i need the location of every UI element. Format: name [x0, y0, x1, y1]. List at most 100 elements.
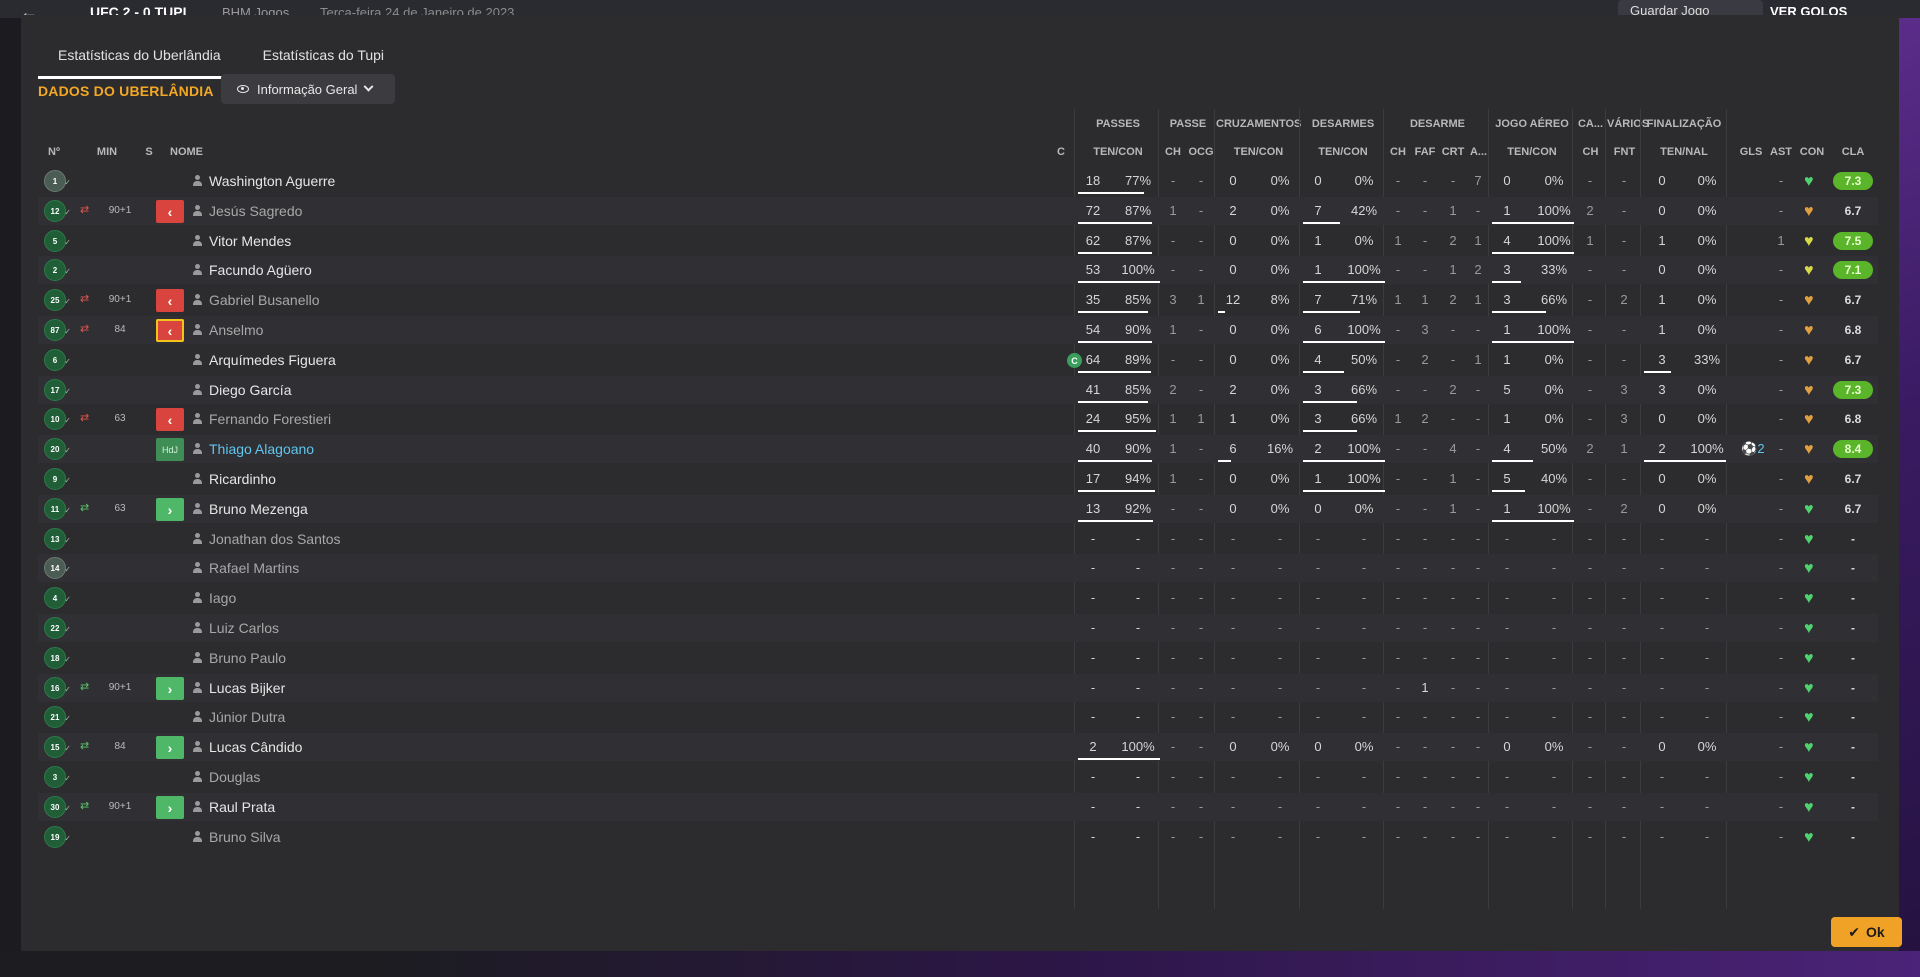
table-row[interactable]: 17 ✓ Diego García 41 85% 2-2 0% 3 66% - -2-5 0% -3 3 0… [38, 376, 1878, 404]
player-name[interactable]: Iago [209, 590, 236, 606]
table-row[interactable]: 2 ✓ Facundo Agüero 53 100% - -0 0% 1 100% - -1 2 3 33%… [38, 256, 1878, 284]
col-ca-ch[interactable]: CH [1574, 146, 1607, 158]
passes-attempted: 24 [1085, 411, 1101, 426]
table-row[interactable]: 87 ✓ ⇄ 84 ‹ Anselmo 54 90% 1-0 0% 6 100% -3- -1 100% - -… [38, 316, 1878, 344]
col-number[interactable]: Nº [43, 146, 65, 158]
player-name[interactable]: Washington Aguerre [209, 173, 335, 189]
player-name[interactable]: Anselmo [209, 322, 263, 338]
col-goals[interactable]: GLS [1736, 146, 1766, 158]
player-name[interactable]: Luiz Carlos [209, 620, 279, 636]
col-cruz-tc[interactable]: TEN/CON [1216, 146, 1301, 158]
sub-minute: 90+1 [108, 205, 132, 216]
rating-value: - [1851, 621, 1855, 635]
player-name[interactable]: Júnior Dutra [209, 709, 285, 725]
col-desarme-ch[interactable]: CH [1385, 146, 1411, 158]
player-name[interactable]: Facundo Agüero [209, 262, 312, 278]
col-sub[interactable]: S [142, 146, 156, 158]
col-fin-tn[interactable]: TEN/NAL [1642, 146, 1726, 158]
table-row[interactable]: 14 ✓ Rafael Martins - - - - - - - - - - - - - - - - - - - ♥ - [38, 554, 1878, 582]
player-name[interactable]: Fernando Forestieri [209, 411, 331, 427]
passes-attempted: 41 [1085, 382, 1101, 397]
table-row[interactable]: 22 ✓ Luiz Carlos - - - - - - - - - - - - - - - - - - - ♥ - [38, 614, 1878, 642]
tackles-attempted: 6 [1314, 322, 1322, 337]
player-name[interactable]: Lucas Bijker [209, 680, 285, 696]
col-passes-tc[interactable]: TEN/CON [1076, 146, 1160, 158]
table-row[interactable]: 21 ✓ Júnior Dutra - - - - - - - - - - - - - - - - - - - ♥ - [38, 703, 1878, 731]
table-row[interactable]: 13 ✓ Jonathan dos Santos - - - - - - - - - - - - - - - - - -… [38, 525, 1878, 553]
fouls-value: - [1621, 173, 1627, 188]
col-des-tc[interactable]: TEN/CON [1301, 146, 1385, 158]
col-passe-ch[interactable]: CH [1160, 146, 1186, 158]
col-minutes[interactable]: MIN [91, 146, 123, 158]
view-select-dropdown[interactable]: Informação Geral [221, 74, 395, 104]
table-row[interactable]: 1 ✓ Washington Aguerre 18 77% - -0 0% 0 0% - - -7 0 0%… [38, 167, 1878, 195]
table-row[interactable]: 3 ✓ Douglas - - - - - - - - - - - - - - - - - - - ♥ - [38, 763, 1878, 791]
headers-bar [1492, 311, 1546, 313]
table-row[interactable]: 9 ✓ Ricardinho 17 94% 1-0 0% 1 100% - -1-5 40% - -0 0%… [38, 465, 1878, 493]
shirt-number: 20 ✓ [44, 438, 71, 460]
table-row[interactable]: 20 ✓ HdJ Thiago Alagoano 40 90% 1-6 16% 2 100% - -4… [38, 435, 1878, 463]
table-row[interactable]: 4 ✓ Iago - - - - - - - - - - - - - - - - - - - ♥ - [38, 584, 1878, 612]
crosses-attempted: 0 [1229, 352, 1237, 367]
table-row[interactable]: 25 ✓ ⇄ 90+1 ‹ Gabriel Busanello 35 85% 3 1 12 8% 7 71… [38, 286, 1878, 314]
shirt-number: 4 ✓ [44, 587, 71, 609]
ok-button[interactable]: ✔ Ok [1831, 917, 1902, 947]
rating-value: - [1851, 830, 1855, 844]
player-name[interactable]: Jesús Sagredo [209, 203, 302, 219]
table-row[interactable]: 30 ✓ ⇄ 90+1 › Raul Prata - - - - - - - - - - - - - - - - - - - ♥ - [38, 793, 1878, 821]
col-aer-tc[interactable]: TEN/CON [1490, 146, 1574, 158]
col-name[interactable]: NOME [170, 146, 203, 158]
stat-value: - [1504, 709, 1510, 724]
condition-heart-icon: ♥ [1804, 620, 1814, 637]
sub-out-icon: ⇄ [80, 323, 90, 335]
col-crt[interactable]: CRT [1439, 146, 1467, 158]
player-name[interactable]: Bruno Paulo [209, 650, 286, 666]
passes-attempted: 17 [1085, 471, 1101, 486]
player-name[interactable]: Raul Prata [209, 799, 275, 815]
crosses-completed: 0% [1270, 739, 1290, 754]
assists-value: - [1778, 709, 1784, 724]
col-passe-ocg[interactable]: OCG [1186, 146, 1216, 158]
tackles-attempted: 4 [1314, 352, 1322, 367]
tackles-bar [1303, 490, 1385, 492]
table-row[interactable]: 11 ✓ ⇄ 63 › Bruno Mezenga 13 92% - -0 0% 0 0% - -1-1 10… [38, 495, 1878, 523]
player-name[interactable]: Bruno Silva [209, 829, 281, 845]
player-name[interactable]: Gabriel Busanello [209, 292, 320, 308]
col-fnt[interactable]: FNT [1607, 146, 1642, 158]
shots-on-target: 0% [1697, 322, 1717, 337]
rating-value: 7.3 [1833, 172, 1873, 190]
table-row[interactable]: 10 ✓ ⇄ 63 ‹ Fernando Forestieri 24 95% 1 1 1 0% 3 66%… [38, 405, 1878, 433]
table-row[interactable]: 5 ✓ Vitor Mendes 62 87% - -0 0% 1 0% 1-2 1 4 100% 1-1 0… [38, 227, 1878, 255]
col-a[interactable]: A... [1467, 146, 1490, 158]
tab-tupi-stats[interactable]: Estatísticas do Tupi [243, 39, 406, 75]
table-row[interactable]: 15 ✓ ⇄ 84 › Lucas Cândido 2 100% - -0 0% 0 0% - - - -0 0%… [38, 733, 1878, 761]
table-row[interactable]: 18 ✓ Bruno Paulo - - - - - - - - - - - - - - - - - - - ♥ - [38, 644, 1878, 672]
table-row[interactable]: 19 ✓ Bruno Silva - - - - - - - - - - - - - - - - - - - ♥ - [38, 823, 1878, 851]
player-name[interactable]: Vitor Mendes [209, 233, 291, 249]
table-row[interactable]: 6 ✓ Arquímedes Figuera C 64 89% - -0 0% 4 50% -2-1 1… [38, 346, 1878, 374]
player-name[interactable]: Douglas [209, 769, 260, 785]
shirt-number: 18 ✓ [44, 647, 71, 669]
stat-value: - [1551, 560, 1557, 575]
col-assists[interactable]: AST [1766, 146, 1796, 158]
stat-value: - [1230, 799, 1236, 814]
player-name[interactable]: Thiago Alagoano [209, 441, 314, 457]
tab-uberlandia-stats[interactable]: Estatísticas do Uberlândia [38, 39, 243, 79]
sub-in-icon: ⇄ [80, 740, 90, 752]
player-name[interactable]: Diego García [209, 382, 291, 398]
subbed-off-booked-badge: ‹ [156, 319, 184, 342]
player-name[interactable]: Jonathan dos Santos [209, 531, 341, 547]
col-faf[interactable]: FAF [1411, 146, 1439, 158]
player-name[interactable]: Arquímedes Figuera [209, 352, 336, 368]
player-name[interactable]: Ricardinho [209, 471, 276, 487]
player-name[interactable]: Bruno Mezenga [209, 501, 308, 517]
col-rating[interactable]: CLA [1833, 146, 1873, 158]
tick-icon: ✓ [64, 267, 71, 276]
col-captain[interactable]: C [1054, 146, 1068, 158]
stat-value: - [1659, 620, 1665, 635]
table-row[interactable]: 16 ✓ ⇄ 90+1 › Lucas Bijker - - - - - - - - -1- - - - - - - - -… [38, 674, 1878, 702]
table-row[interactable]: 12 ✓ ⇄ 90+1 ‹ Jesús Sagredo 72 87% 1-2 0% 7 42% - -1-… [38, 197, 1878, 225]
player-name[interactable]: Rafael Martins [209, 560, 299, 576]
player-name[interactable]: Lucas Cândido [209, 739, 302, 755]
col-condition[interactable]: CON [1796, 146, 1828, 158]
